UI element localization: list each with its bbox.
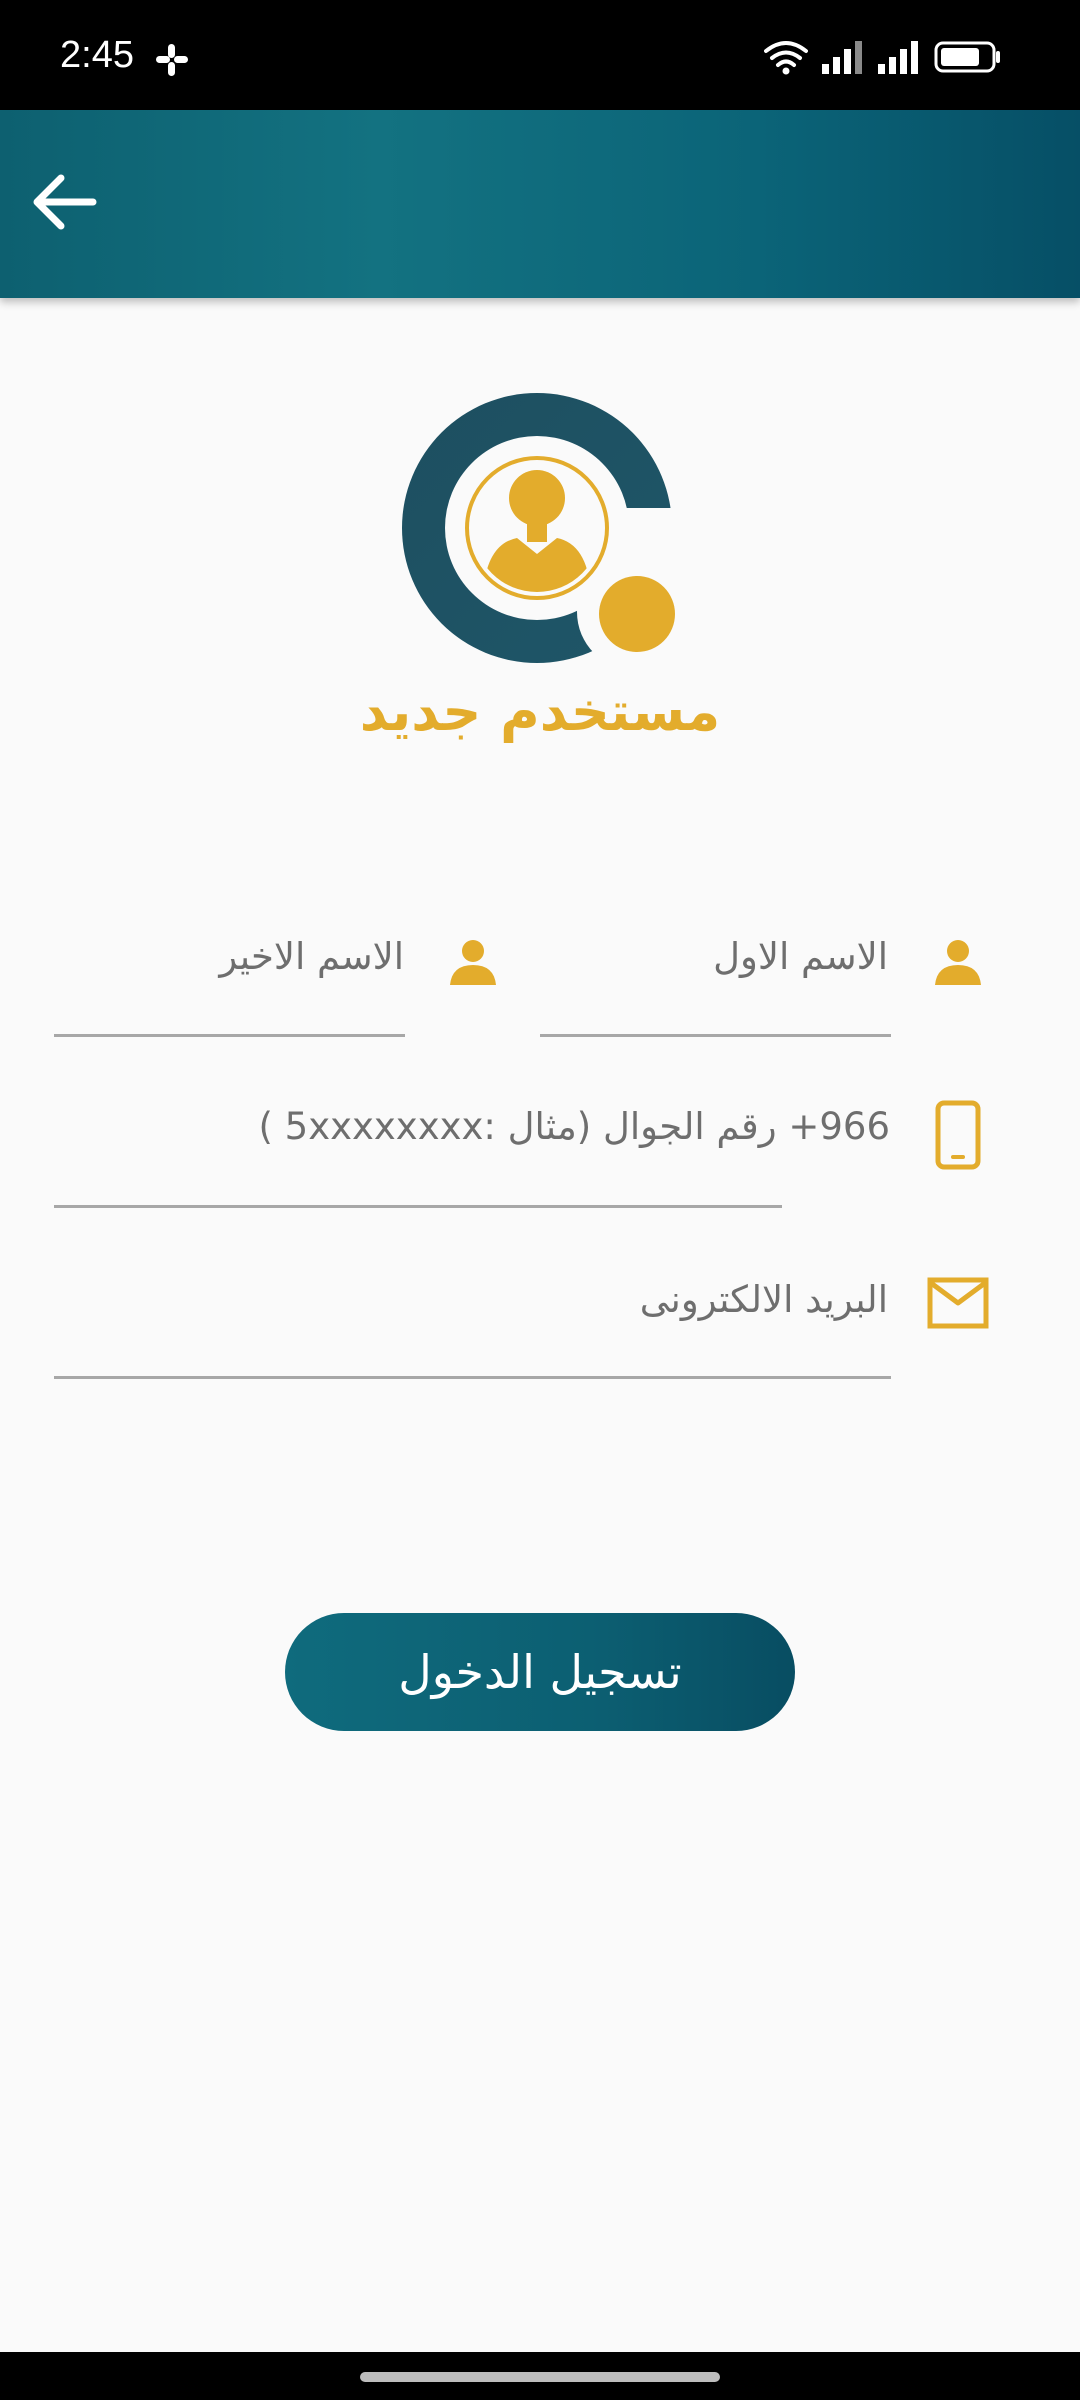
arrow-left-icon [31, 172, 97, 236]
login-button[interactable]: تسجيل الدخول [285, 1613, 795, 1731]
email-field[interactable]: البريد الالكترونى [540, 1278, 888, 1328]
home-indicator[interactable] [360, 2372, 720, 2382]
slack-icon [154, 42, 190, 78]
first-name-field[interactable]: الاسم الاول [540, 935, 888, 985]
email-underline [54, 1376, 891, 1379]
person-icon [443, 932, 503, 992]
first-name-underline [540, 1034, 891, 1037]
signal-icon [878, 40, 920, 78]
back-button[interactable] [22, 162, 106, 246]
person-icon [928, 932, 988, 992]
phone-icon [928, 1097, 988, 1173]
page-title: مستخدم جديد [359, 680, 721, 743]
signal-icon [822, 40, 864, 78]
battery-icon [934, 41, 1002, 77]
phone-field[interactable]: 966+ رقم الجوال (مثال :5xxxxxxxx ) [170, 1105, 890, 1159]
phone-underline [54, 1205, 782, 1208]
wifi-icon [764, 39, 808, 79]
navigation-bar [0, 2352, 1080, 2400]
app-bar [0, 110, 1080, 298]
mail-icon [926, 1275, 990, 1331]
status-time: 2:45 [60, 34, 134, 76]
last-name-field[interactable]: الاسم الاخير [54, 935, 404, 985]
status-bar: 2:45 [0, 0, 1080, 110]
status-icons [764, 38, 1002, 80]
last-name-underline [54, 1034, 405, 1037]
new-user-logo-icon [395, 388, 695, 678]
